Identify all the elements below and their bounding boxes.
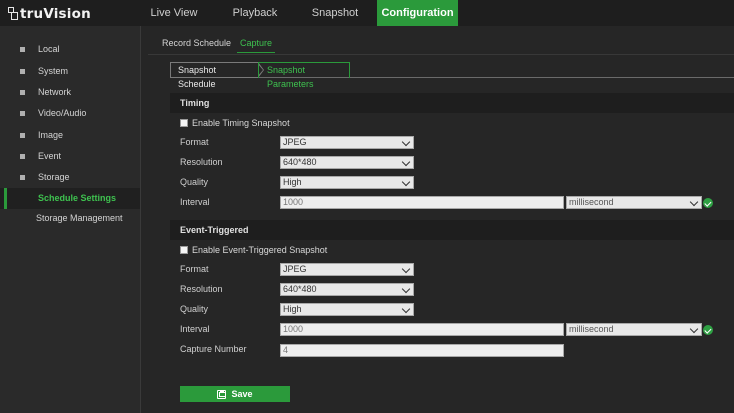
sidebar-item-label: Storage Management — [36, 213, 123, 223]
chevron-down-icon — [689, 324, 699, 334]
bullet-icon — [20, 47, 25, 52]
subtab-divider — [148, 54, 734, 55]
sidebar-item-network[interactable]: Network — [0, 82, 140, 103]
event-interval-unit-select[interactable]: millisecond — [566, 323, 702, 336]
chevron-down-icon — [401, 304, 411, 314]
section-event-triggered-title: Event-Triggered — [170, 220, 734, 240]
event-quality-label: Quality — [180, 304, 209, 314]
timing-resolution-select[interactable]: 640*480 — [280, 156, 414, 169]
nav-tab-live-view[interactable]: Live View — [140, 0, 208, 26]
logo-mark-icon — [8, 7, 18, 21]
select-value: JPEG — [283, 264, 307, 274]
section-timing-title: Timing — [170, 93, 734, 113]
sidebar-item-video-audio[interactable]: Video/Audio — [0, 103, 140, 124]
event-resolution-select[interactable]: 640*480 — [280, 283, 414, 296]
timing-enable-row: Enable Timing Snapshot — [180, 117, 290, 129]
sidebar-item-storage-management[interactable]: Storage Management — [0, 208, 140, 229]
event-interval-input[interactable]: 1000 — [280, 323, 564, 336]
floppy-disk-icon — [217, 389, 227, 399]
event-quality-select[interactable]: High — [280, 303, 414, 316]
event-format-select[interactable]: JPEG — [280, 263, 414, 276]
breadcrumb-label: Snapshot Schedule — [178, 65, 217, 89]
timing-resolution-label: Resolution — [180, 157, 223, 167]
nav-tab-playback[interactable]: Playback — [222, 0, 288, 26]
timing-interval-label: Interval — [180, 197, 210, 207]
timing-quality-label: Quality — [180, 177, 209, 187]
chevron-down-icon — [401, 137, 411, 147]
bullet-icon — [20, 154, 25, 159]
sidebar-item-event[interactable]: Event — [0, 146, 140, 167]
select-value: millisecond — [569, 197, 614, 207]
event-resolution-label: Resolution — [180, 284, 223, 294]
brand-logo: truVision — [8, 5, 91, 23]
check-circle-icon — [703, 198, 713, 208]
timing-format-select[interactable]: JPEG — [280, 136, 414, 149]
tab-capture[interactable]: Capture — [237, 36, 276, 53]
bullet-icon — [20, 111, 25, 116]
timing-format-label: Format — [180, 137, 209, 147]
chevron-down-icon — [401, 284, 411, 294]
select-value: High — [283, 304, 302, 314]
bullet-icon — [20, 133, 25, 138]
save-button-label: Save — [231, 389, 253, 399]
select-value: 640*480 — [283, 284, 317, 294]
bullet-icon — [20, 69, 25, 74]
sidebar-item-local[interactable]: Local — [0, 39, 140, 60]
nav-tab-snapshot[interactable]: Snapshot — [302, 0, 368, 26]
sidebar: Local System Network Video/Audio Image E… — [0, 26, 141, 413]
check-circle-icon — [703, 325, 713, 335]
sidebar-item-label: Image — [38, 130, 64, 140]
breadcrumb-snapshot-parameters[interactable]: Snapshot Parameters — [258, 62, 350, 89]
chevron-down-icon — [401, 177, 411, 187]
sidebar-item-label: Event — [38, 151, 62, 161]
event-format-label: Format — [180, 264, 209, 274]
timing-interval-unit-select[interactable]: millisecond — [566, 196, 702, 209]
sidebar-item-system[interactable]: System — [0, 61, 140, 82]
timing-quality-select[interactable]: High — [280, 176, 414, 189]
timing-interval-input[interactable]: 1000 — [280, 196, 564, 209]
select-value: JPEG — [283, 137, 307, 147]
sidebar-item-label: Schedule Settings — [38, 193, 117, 203]
tab-record-schedule[interactable]: Record Schedule — [159, 36, 234, 53]
brand-name: truVision — [20, 6, 91, 22]
event-capture-number-label: Capture Number — [180, 344, 247, 354]
sidebar-item-storage[interactable]: Storage — [0, 167, 140, 188]
event-capture-number-input[interactable]: 4 — [280, 344, 564, 357]
sidebar-item-image[interactable]: Image — [0, 125, 140, 146]
chevron-down-icon — [401, 157, 411, 167]
event-enable-row: Enable Event-Triggered Snapshot — [180, 244, 327, 256]
select-value: millisecond — [569, 324, 614, 334]
bullet-icon — [20, 90, 25, 95]
select-value: High — [283, 177, 302, 187]
active-indicator — [4, 188, 7, 209]
top-bar: truVision Live View Playback Snapshot Co… — [0, 0, 734, 26]
sidebar-item-label: System — [38, 66, 69, 76]
nav-tab-configuration[interactable]: Configuration — [377, 0, 458, 26]
sidebar-item-label: Local — [38, 44, 60, 54]
breadcrumb-snapshot-schedule[interactable]: Snapshot Schedule — [170, 62, 264, 89]
sidebar-item-label: Network — [38, 87, 72, 97]
event-interval-label: Interval — [180, 324, 210, 334]
chevron-down-icon — [401, 264, 411, 274]
sidebar-item-schedule-settings[interactable]: Schedule Settings — [0, 188, 140, 209]
event-enable-checkbox[interactable] — [180, 246, 188, 254]
select-value: 640*480 — [283, 157, 317, 167]
timing-enable-label: Enable Timing Snapshot — [192, 118, 290, 128]
chevron-down-icon — [689, 197, 699, 207]
sidebar-item-label: Storage — [38, 172, 70, 182]
sidebar-item-label: Video/Audio — [38, 108, 87, 118]
bullet-icon — [20, 175, 25, 180]
save-button[interactable]: Save — [180, 386, 290, 402]
event-enable-label: Enable Event-Triggered Snapshot — [192, 245, 328, 255]
timing-enable-checkbox[interactable] — [180, 119, 188, 127]
